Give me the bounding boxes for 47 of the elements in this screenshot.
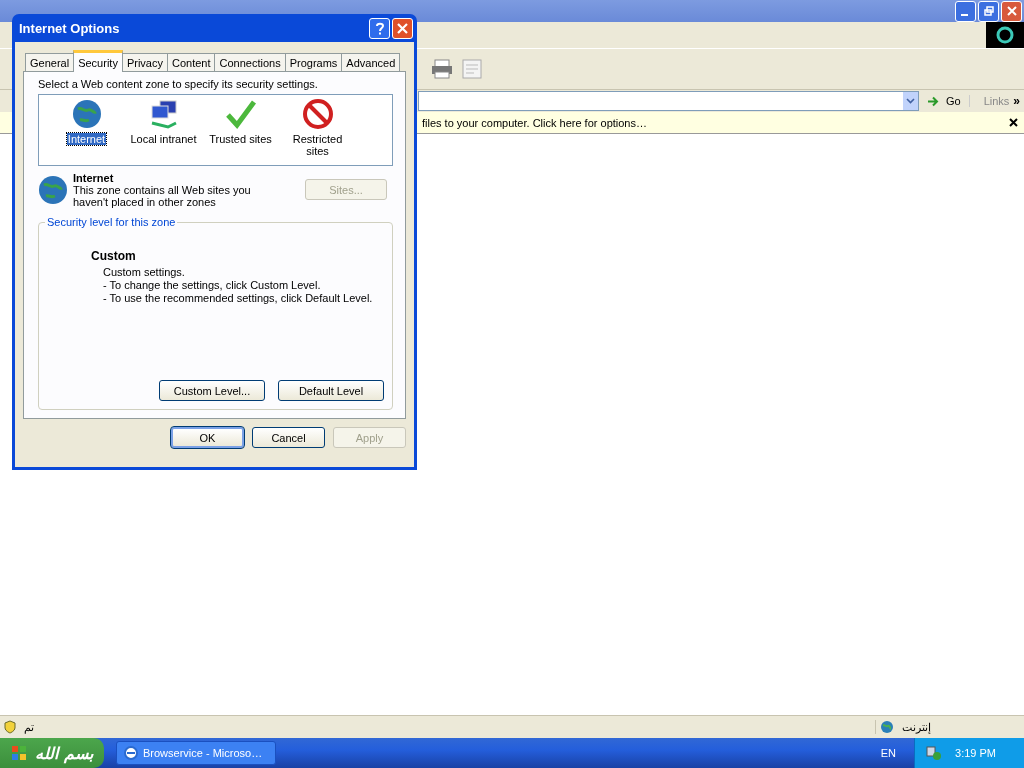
zone-description: This zone contains all Web sites you haven't placed in other zones (73, 183, 252, 208)
level-description-line: - To use the recommended settings, click Default Level. (102, 291, 374, 305)
chevron-button[interactable]: » (1013, 94, 1024, 108)
close-button[interactable] (1001, 0, 1022, 22)
check-mark-icon (224, 98, 257, 130)
status-text: تم (24, 720, 34, 734)
zone-name: Internet (73, 171, 115, 184)
language-indicator[interactable]: EN (880, 747, 897, 759)
arrow-icon (926, 95, 940, 107)
restore-button[interactable] (978, 0, 999, 22)
help-button[interactable] (369, 17, 390, 39)
level-description-line: Custom settings. (102, 265, 186, 279)
dropdown-button[interactable] (902, 92, 918, 110)
throbber-icon (986, 22, 1024, 48)
windows-logo-icon (11, 745, 28, 761)
level-button[interactable]: Default Level (278, 380, 384, 401)
network-icon[interactable] (925, 745, 944, 761)
close-button[interactable] (392, 17, 413, 39)
tab[interactable]: Security (73, 50, 123, 72)
globe-icon (70, 98, 103, 130)
level-description-line: - To change the settings, click Custom Level. (102, 278, 322, 292)
shield-icon (4, 720, 16, 734)
zone-text: إنترنت (902, 720, 931, 734)
dialog-title: Internet Options (19, 20, 121, 36)
close-icon (397, 22, 408, 34)
globe-icon (880, 720, 894, 734)
address-field[interactable] (418, 91, 919, 111)
minimize-button[interactable] (955, 0, 976, 22)
dialog-button[interactable]: OK (171, 427, 244, 448)
prohibited-icon (301, 98, 334, 130)
taskbar-window-button[interactable]: Browservice - Microso… (116, 741, 276, 765)
group-label: Security level for this zone (45, 215, 178, 228)
instruction-text: Select a Web content zone to specify its security settings. (38, 78, 319, 90)
level-button[interactable]: Custom Level... (159, 380, 265, 401)
close-icon (1006, 6, 1017, 16)
info-bar-text: files to your computer. Click here for options… (422, 116, 647, 129)
restore-icon (983, 6, 994, 16)
help-icon (374, 21, 385, 35)
start-button[interactable]: بسم الله (0, 738, 104, 768)
level-name: Custom (91, 248, 137, 263)
close-icon[interactable] (1009, 118, 1018, 127)
caret-icon (905, 98, 915, 104)
minimize-icon (960, 13, 968, 16)
printer-icon[interactable] (430, 58, 454, 80)
go-button[interactable]: Go (922, 95, 965, 107)
dialog-button[interactable]: Cancel (252, 427, 325, 448)
globe-icon (37, 173, 69, 206)
